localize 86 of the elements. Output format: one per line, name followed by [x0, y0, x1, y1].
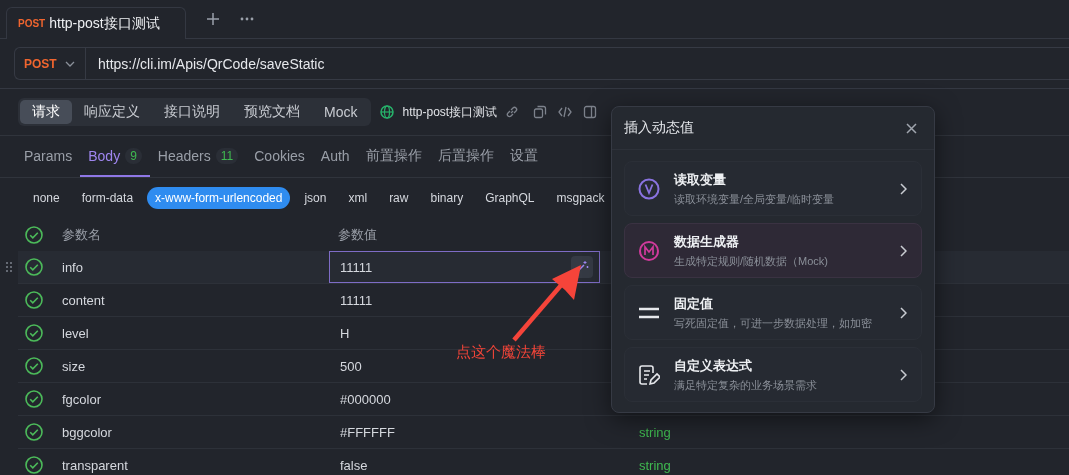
param-name: level: [61, 325, 90, 341]
menu-option[interactable]: 固定值 写死固定值，可进一步数据处理，如加密: [624, 285, 922, 340]
chevron-right-icon: [900, 368, 907, 381]
option-title: 数据生成器: [674, 232, 740, 251]
body-type-option[interactable]: raw: [381, 187, 417, 209]
param-value: 500: [340, 358, 362, 374]
param-name: size: [61, 358, 87, 374]
body-type-option[interactable]: GraphQL: [477, 187, 543, 209]
param-name: fgcolor: [61, 391, 103, 407]
drag-handle-icon[interactable]: [6, 262, 12, 272]
section-tab[interactable]: 响应定义: [72, 100, 152, 124]
param-type: string: [638, 457, 671, 473]
add-icon[interactable]: [206, 12, 220, 26]
param-tab[interactable]: Cookies: [246, 136, 313, 177]
param-value: false: [340, 457, 368, 473]
param-name: transparent: [61, 457, 129, 473]
chevron-down-icon: [64, 60, 75, 67]
body-type-option[interactable]: none: [25, 187, 68, 209]
more-icon[interactable]: [240, 17, 254, 21]
panel-icon[interactable]: [583, 105, 598, 119]
url-field[interactable]: https://cli.im/Apis/QrCode/saveStatic: [86, 55, 325, 72]
section-tab[interactable]: 预览文档: [232, 100, 312, 124]
menu-option[interactable]: 读取变量 读取环境变量/全局变量/临时变量: [624, 161, 922, 216]
param-value: 11111: [340, 292, 373, 308]
param-tab[interactable]: Headers 11: [149, 136, 247, 177]
option-title: 固定值: [674, 294, 714, 313]
section-tab[interactable]: 请求: [20, 100, 72, 124]
param-tab[interactable]: Body 9: [80, 136, 150, 177]
param-tab[interactable]: Params: [16, 136, 81, 177]
link-icon[interactable]: [505, 105, 520, 119]
close-icon[interactable]: [906, 122, 917, 134]
section-tab[interactable]: Mock: [312, 100, 370, 124]
popup-title: 插入动态值: [624, 119, 694, 137]
column-header: 参数值: [338, 225, 378, 244]
section-tab[interactable]: 接口说明: [152, 100, 232, 124]
check-circle-icon[interactable]: [25, 390, 43, 408]
api-name: http-post接口测试: [402, 103, 498, 121]
code-icon[interactable]: [558, 105, 573, 119]
count-badge: 9: [125, 147, 142, 164]
param-value: #000000: [340, 391, 391, 407]
param-name: content: [61, 292, 106, 308]
copy-icon[interactable]: [533, 105, 548, 119]
tab-title: http-post接口测试: [49, 14, 160, 33]
check-circle-icon[interactable]: [25, 291, 43, 309]
check-circle-icon[interactable]: [25, 258, 43, 276]
annotation-text: 点这个魔法棒: [456, 343, 546, 362]
menu-option[interactable]: 自定义表达式 满足特定复杂的业务场景需求: [624, 347, 922, 402]
chevron-right-icon: [900, 182, 907, 195]
option-description: 写死固定值，可进一步数据处理，如加密: [674, 315, 873, 331]
m-circle-icon: [638, 239, 660, 262]
option-title: 读取变量: [674, 170, 727, 189]
body-type-option[interactable]: form-data: [73, 187, 142, 209]
param-name: info: [61, 259, 84, 275]
param-value: #FFFFFF: [340, 424, 395, 440]
check-circle-icon[interactable]: [25, 324, 43, 342]
body-type-option[interactable]: msgpack: [548, 187, 613, 209]
request-tab[interactable]: POST http-post接口测试: [6, 7, 186, 39]
check-circle-icon[interactable]: [25, 423, 43, 441]
param-tab[interactable]: Auth: [312, 136, 358, 177]
menu-option[interactable]: 数据生成器 生成特定规则/随机数据（Mock): [624, 223, 922, 278]
body-type-option[interactable]: xml: [340, 187, 376, 209]
count-badge: 11: [215, 147, 239, 164]
check-circle-icon[interactable]: [25, 225, 43, 244]
param-tab[interactable]: 前置操作: [357, 136, 430, 177]
param-name: bggcolor: [61, 424, 113, 440]
option-description: 生成特定规则/随机数据（Mock): [674, 253, 829, 269]
body-type-option[interactable]: json: [296, 187, 335, 209]
option-description: 读取环境变量/全局变量/临时变量: [674, 191, 836, 207]
param-tab[interactable]: 设置: [501, 136, 546, 177]
param-type: string: [638, 424, 671, 440]
param-value: H: [340, 325, 350, 341]
globe-icon[interactable]: [380, 105, 395, 119]
edit-document-icon: [638, 363, 660, 386]
option-title: 自定义表达式: [674, 356, 753, 375]
option-description: 满足特定复杂的业务场景需求: [674, 377, 818, 393]
chevron-right-icon: [900, 244, 907, 257]
param-tab[interactable]: 后置操作: [429, 136, 502, 177]
chevron-right-icon: [900, 306, 907, 319]
method-label: POST: [18, 18, 46, 29]
column-header: 参数名: [61, 225, 102, 244]
equals-icon: [638, 306, 660, 319]
method-select[interactable]: POST: [15, 48, 86, 79]
v-circle-icon: [638, 177, 660, 200]
check-circle-icon[interactable]: [25, 456, 43, 474]
body-type-option[interactable]: binary: [422, 187, 472, 209]
check-circle-icon[interactable]: [25, 357, 43, 375]
